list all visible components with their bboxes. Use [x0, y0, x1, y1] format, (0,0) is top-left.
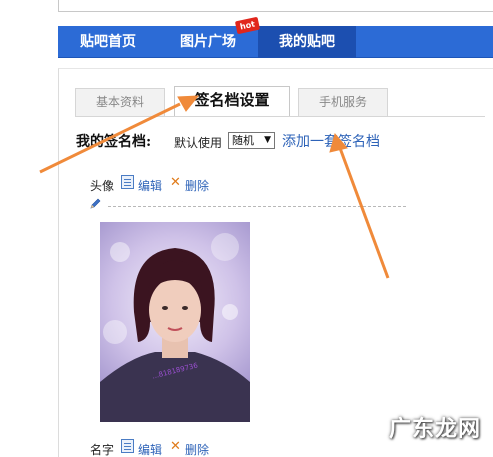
edit-icon[interactable] [121, 175, 134, 189]
main-nav: 贴吧首页 图片广场 我的贴吧 [58, 26, 493, 58]
signature-mode-select[interactable]: 随机 ▼ [228, 132, 275, 149]
portrait-image [100, 233, 250, 422]
avatar-delete-link[interactable]: 删除 [185, 177, 209, 194]
edit-icon[interactable] [121, 439, 134, 453]
add-signature-link[interactable]: 添加一套签名档 [282, 131, 380, 151]
pencil-icon [90, 198, 101, 209]
default-use-label: 默认使用 [174, 136, 223, 150]
avatar-label: 头像 [90, 179, 115, 193]
delete-icon[interactable]: ✕ [170, 176, 181, 190]
avatar-edit-link[interactable]: 编辑 [138, 177, 162, 194]
nav-home[interactable]: 贴吧首页 [66, 26, 150, 58]
select-value: 随机 [232, 134, 254, 147]
name-edit-link[interactable]: 编辑 [138, 441, 162, 457]
nav-my-tieba[interactable]: 我的贴吧 [258, 26, 356, 58]
site-watermark: 广东龙网 [388, 417, 481, 442]
delete-icon[interactable]: ✕ [170, 440, 181, 454]
divider-dotted [108, 206, 406, 207]
tabs-underline [75, 116, 485, 117]
tab-basic-info[interactable]: 基本资料 [75, 88, 165, 116]
top-box [58, 0, 493, 12]
tab-mobile-service[interactable]: 手机服务 [298, 88, 388, 116]
dropdown-arrow-icon: ▼ [264, 135, 271, 145]
name-label: 名字 [90, 443, 115, 457]
tab-signature-settings[interactable]: 签名档设置 [174, 86, 290, 116]
name-delete-link[interactable]: 删除 [185, 441, 209, 457]
avatar-photo: ...818189736 [100, 222, 250, 422]
signature-title: 我的签名档: [76, 134, 152, 150]
